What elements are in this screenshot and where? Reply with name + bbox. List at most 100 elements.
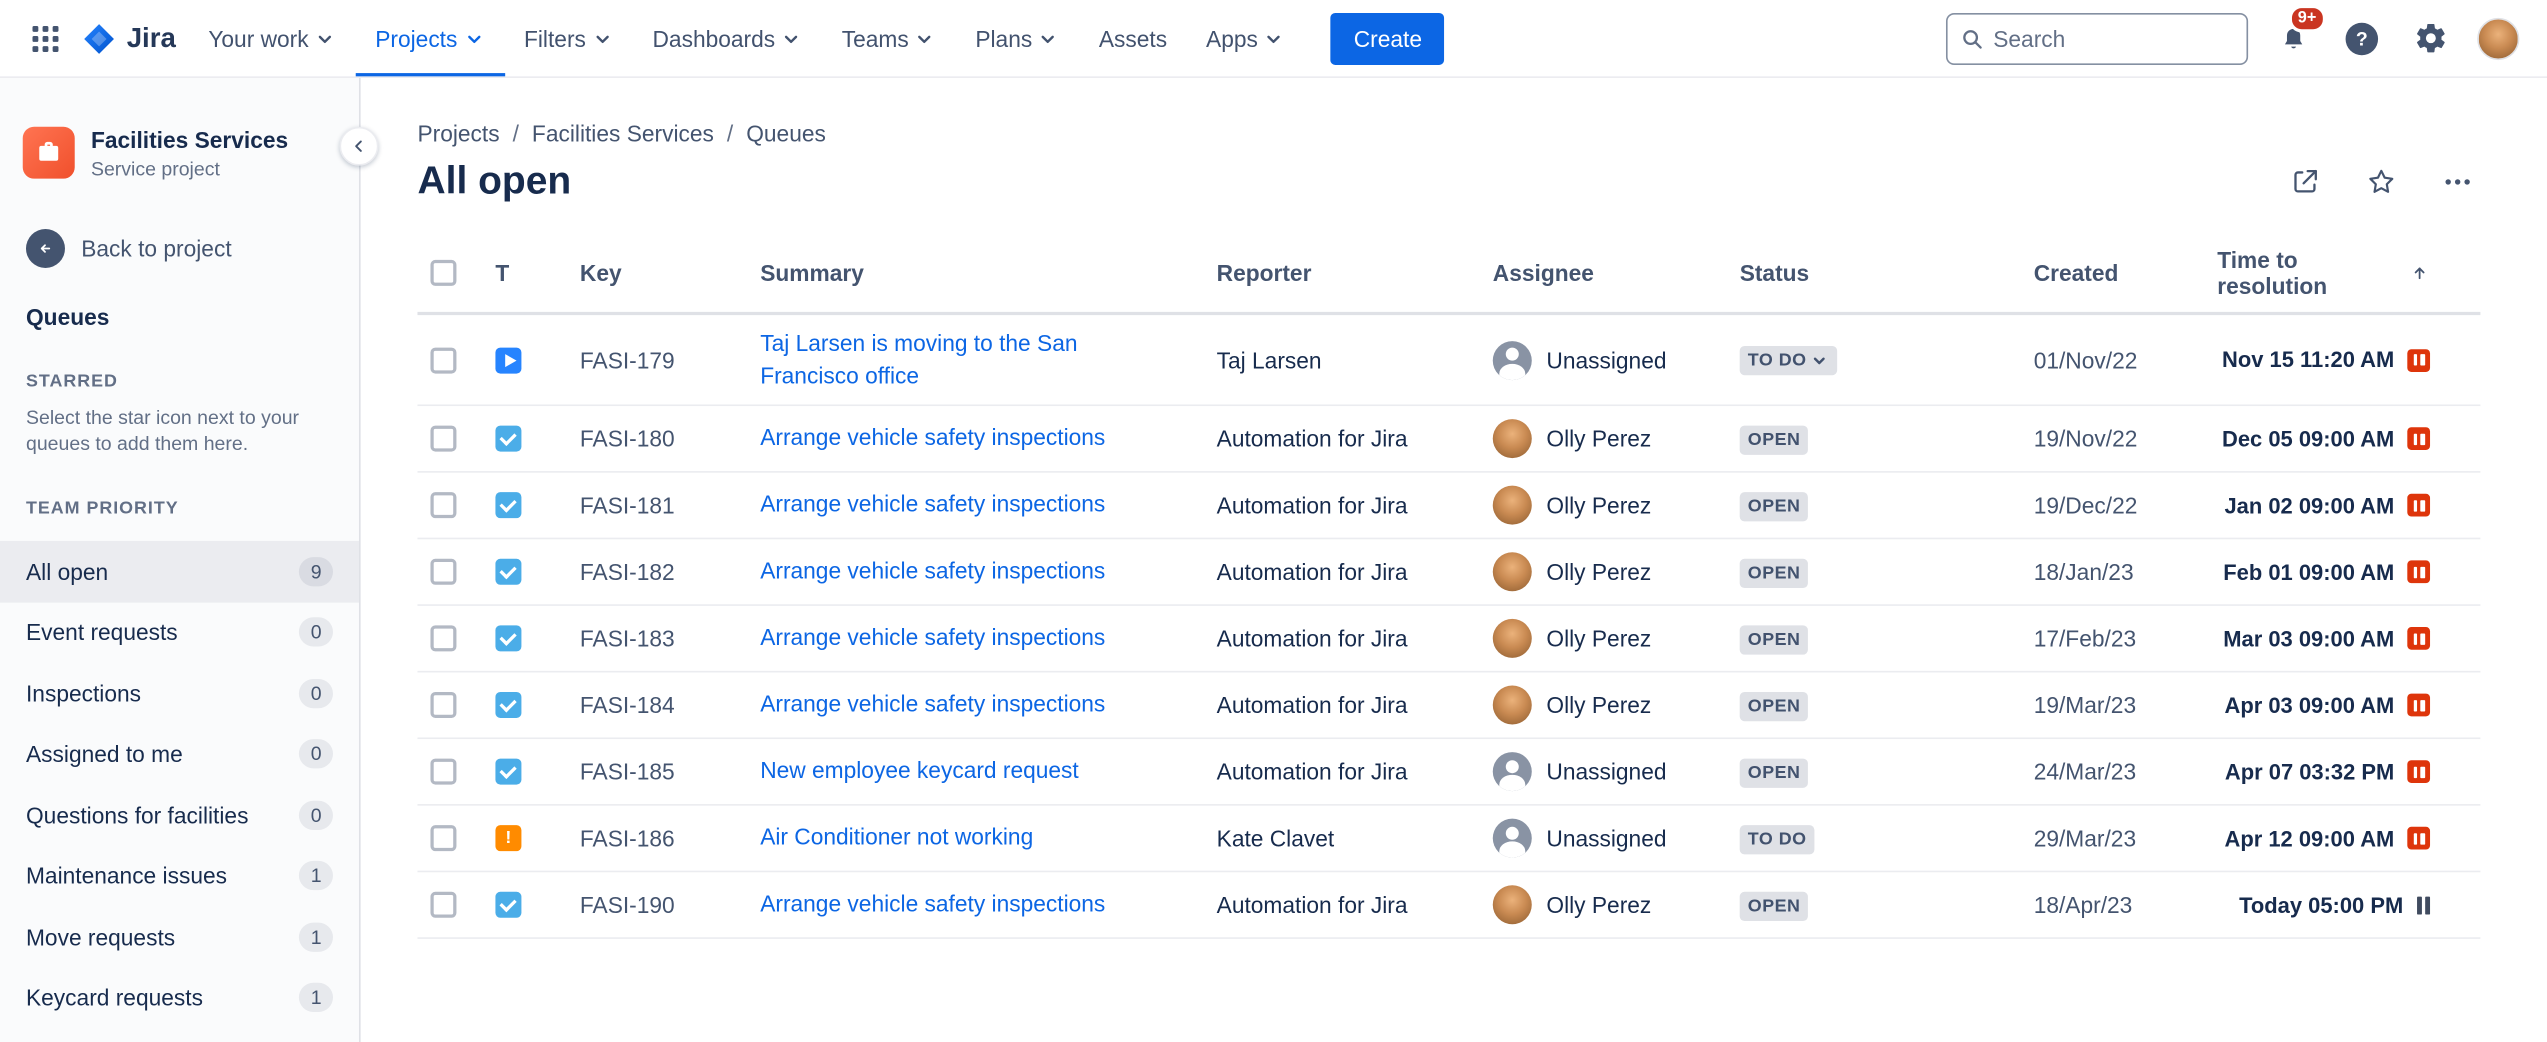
queue-item-count: 1: [299, 923, 333, 952]
star-queue-button[interactable]: [2359, 159, 2404, 204]
sidebar-queue-assigned-to-me[interactable]: Assigned to me 0: [0, 724, 359, 785]
time-to-resolution-value: Dec 05 09:00 AM: [2222, 427, 2394, 451]
table-row[interactable]: FASI-185 New employee keycard request Au…: [417, 739, 2480, 806]
row-checkbox[interactable]: [430, 692, 456, 718]
search-input[interactable]: [1993, 25, 2233, 51]
nav-item-projects[interactable]: Projects: [356, 0, 505, 76]
app-switcher-button[interactable]: [19, 12, 71, 64]
issue-summary-link[interactable]: New employee keycard request: [760, 756, 1124, 788]
issue-summary-link[interactable]: Arrange vehicle safety inspections: [760, 889, 1151, 921]
jira-logo[interactable]: Jira: [71, 20, 188, 56]
nav-item-apps[interactable]: Apps: [1187, 0, 1305, 76]
sidebar-queue-all-open[interactable]: All open 9: [0, 541, 359, 602]
issue-key[interactable]: FASI-183: [567, 626, 747, 652]
create-button[interactable]: Create: [1331, 12, 1445, 64]
issue-summary-link[interactable]: Arrange vehicle safety inspections: [760, 556, 1151, 588]
row-checkbox[interactable]: [430, 759, 456, 785]
table-row[interactable]: FASI-181 Arrange vehicle safety inspecti…: [417, 473, 2480, 540]
row-checkbox[interactable]: [430, 626, 456, 652]
select-all-checkbox[interactable]: [430, 260, 456, 286]
nav-item-assets[interactable]: Assets: [1079, 0, 1186, 76]
sla-clock-icon: [2407, 349, 2430, 372]
time-to-resolution-value: Today 05:00 PM: [2239, 893, 2403, 917]
sort-ascending-icon: [2409, 262, 2430, 285]
table-row[interactable]: FASI-184 Arrange vehicle safety inspecti…: [417, 673, 2480, 740]
reporter-name: Automation for Jira: [1204, 626, 1480, 652]
sidebar-queue-maintenance-issues[interactable]: Maintenance issues 1: [0, 846, 359, 907]
table-row[interactable]: FASI-179 Taj Larsen is moving to the San…: [417, 315, 2480, 406]
nav-item-label: Filters: [524, 25, 586, 51]
assignee-avatar: [1493, 340, 1532, 379]
reporter-name: Automation for Jira: [1204, 892, 1480, 918]
share-export-button[interactable]: [2282, 159, 2327, 204]
more-actions-button[interactable]: [2435, 159, 2480, 204]
issue-key[interactable]: FASI-179: [567, 347, 747, 373]
breadcrumb-item-facilities-services[interactable]: Facilities Services: [532, 120, 714, 146]
header-assignee: Assignee: [1480, 260, 1727, 286]
issue-summary-link[interactable]: Arrange vehicle safety inspections: [760, 689, 1151, 721]
jira-logo-icon: [81, 20, 117, 56]
back-to-project-button[interactable]: Back to project: [26, 229, 333, 268]
issue-key[interactable]: FASI-190: [567, 892, 747, 918]
breadcrumb-item-queues[interactable]: Queues: [746, 120, 826, 146]
starred-section-label: STARRED: [26, 372, 333, 391]
table-row[interactable]: FASI-183 Arrange vehicle safety inspecti…: [417, 606, 2480, 673]
gear-icon: [2413, 21, 2447, 55]
status-label: OPEN: [1748, 628, 1801, 651]
table-row[interactable]: FASI-182 Arrange vehicle safety inspecti…: [417, 540, 2480, 607]
row-checkbox[interactable]: [430, 492, 456, 518]
issue-summary-link[interactable]: Arrange vehicle safety inspections: [760, 623, 1151, 655]
row-checkbox[interactable]: [430, 426, 456, 452]
breadcrumb-item-projects[interactable]: Projects: [417, 120, 499, 146]
global-search[interactable]: [1946, 12, 2248, 64]
issue-key[interactable]: FASI-184: [567, 692, 747, 718]
nav-item-teams[interactable]: Teams: [822, 0, 956, 76]
issue-summary-link[interactable]: Air Conditioner not working: [760, 823, 1079, 855]
nav-item-filters[interactable]: Filters: [504, 0, 633, 76]
table-row[interactable]: FASI-190 Arrange vehicle safety inspecti…: [417, 873, 2480, 940]
profile-button[interactable]: [2476, 15, 2521, 60]
queue-item-label: Inspections: [26, 680, 141, 706]
queue-item-label: Questions for facilities: [26, 802, 248, 828]
issue-summary-link[interactable]: Taj Larsen is moving to the San Francisc…: [760, 328, 1203, 392]
row-checkbox[interactable]: [430, 825, 456, 851]
assignee-avatar: [1493, 752, 1532, 791]
sidebar-queue-event-requests[interactable]: Event requests 0: [0, 602, 359, 663]
back-to-project-label: Back to project: [81, 235, 231, 261]
status-label: TO DO: [1748, 349, 1807, 372]
table-row[interactable]: FASI-186 Air Conditioner not working Kat…: [417, 806, 2480, 873]
assignee-name: Unassigned: [1546, 347, 1666, 373]
created-date: 29/Mar/23: [2021, 825, 2205, 851]
row-checkbox[interactable]: [430, 347, 456, 373]
issue-summary-link[interactable]: Arrange vehicle safety inspections: [760, 490, 1151, 522]
nav-item-dashboards[interactable]: Dashboards: [633, 0, 822, 76]
sidebar-collapse-button[interactable]: [339, 127, 378, 166]
sidebar-queue-questions-for-facilities[interactable]: Questions for facilities 0: [0, 785, 359, 846]
nav-item-label: Projects: [375, 25, 457, 51]
nav-item-plans[interactable]: Plans: [956, 0, 1080, 76]
issue-key[interactable]: FASI-181: [567, 492, 747, 518]
sidebar-queue-move-requests[interactable]: Move requests 1: [0, 907, 359, 968]
status-badge[interactable]: TO DO: [1740, 346, 1838, 376]
issue-key[interactable]: FASI-180: [567, 426, 747, 452]
issue-key[interactable]: FASI-186: [567, 825, 747, 851]
help-button[interactable]: ?: [2339, 15, 2384, 60]
notifications-button[interactable]: 9+: [2271, 15, 2316, 60]
issue-key[interactable]: FASI-182: [567, 559, 747, 585]
nav-item-your-work[interactable]: Your work: [189, 0, 356, 76]
header-reporter: Reporter: [1204, 260, 1480, 286]
sidebar-queue-inspections[interactable]: Inspections 0: [0, 663, 359, 724]
status-badge: OPEN: [1740, 691, 1809, 721]
header-time-to-resolution[interactable]: Time to resolution: [2204, 247, 2479, 299]
settings-button[interactable]: [2407, 15, 2452, 60]
ellipsis-icon: [2441, 166, 2473, 198]
assignee-name: Olly Perez: [1546, 692, 1651, 718]
issue-key[interactable]: FASI-185: [567, 759, 747, 785]
queue-item-label: Assigned to me: [26, 741, 183, 767]
row-checkbox[interactable]: [430, 559, 456, 585]
issue-summary-link[interactable]: Arrange vehicle safety inspections: [760, 423, 1151, 455]
sidebar-queue-keycard-requests[interactable]: Keycard requests 1: [0, 968, 359, 1029]
table-row[interactable]: FASI-180 Arrange vehicle safety inspecti…: [417, 406, 2480, 473]
row-checkbox[interactable]: [430, 892, 456, 918]
sla-clock-icon: [2407, 694, 2430, 717]
